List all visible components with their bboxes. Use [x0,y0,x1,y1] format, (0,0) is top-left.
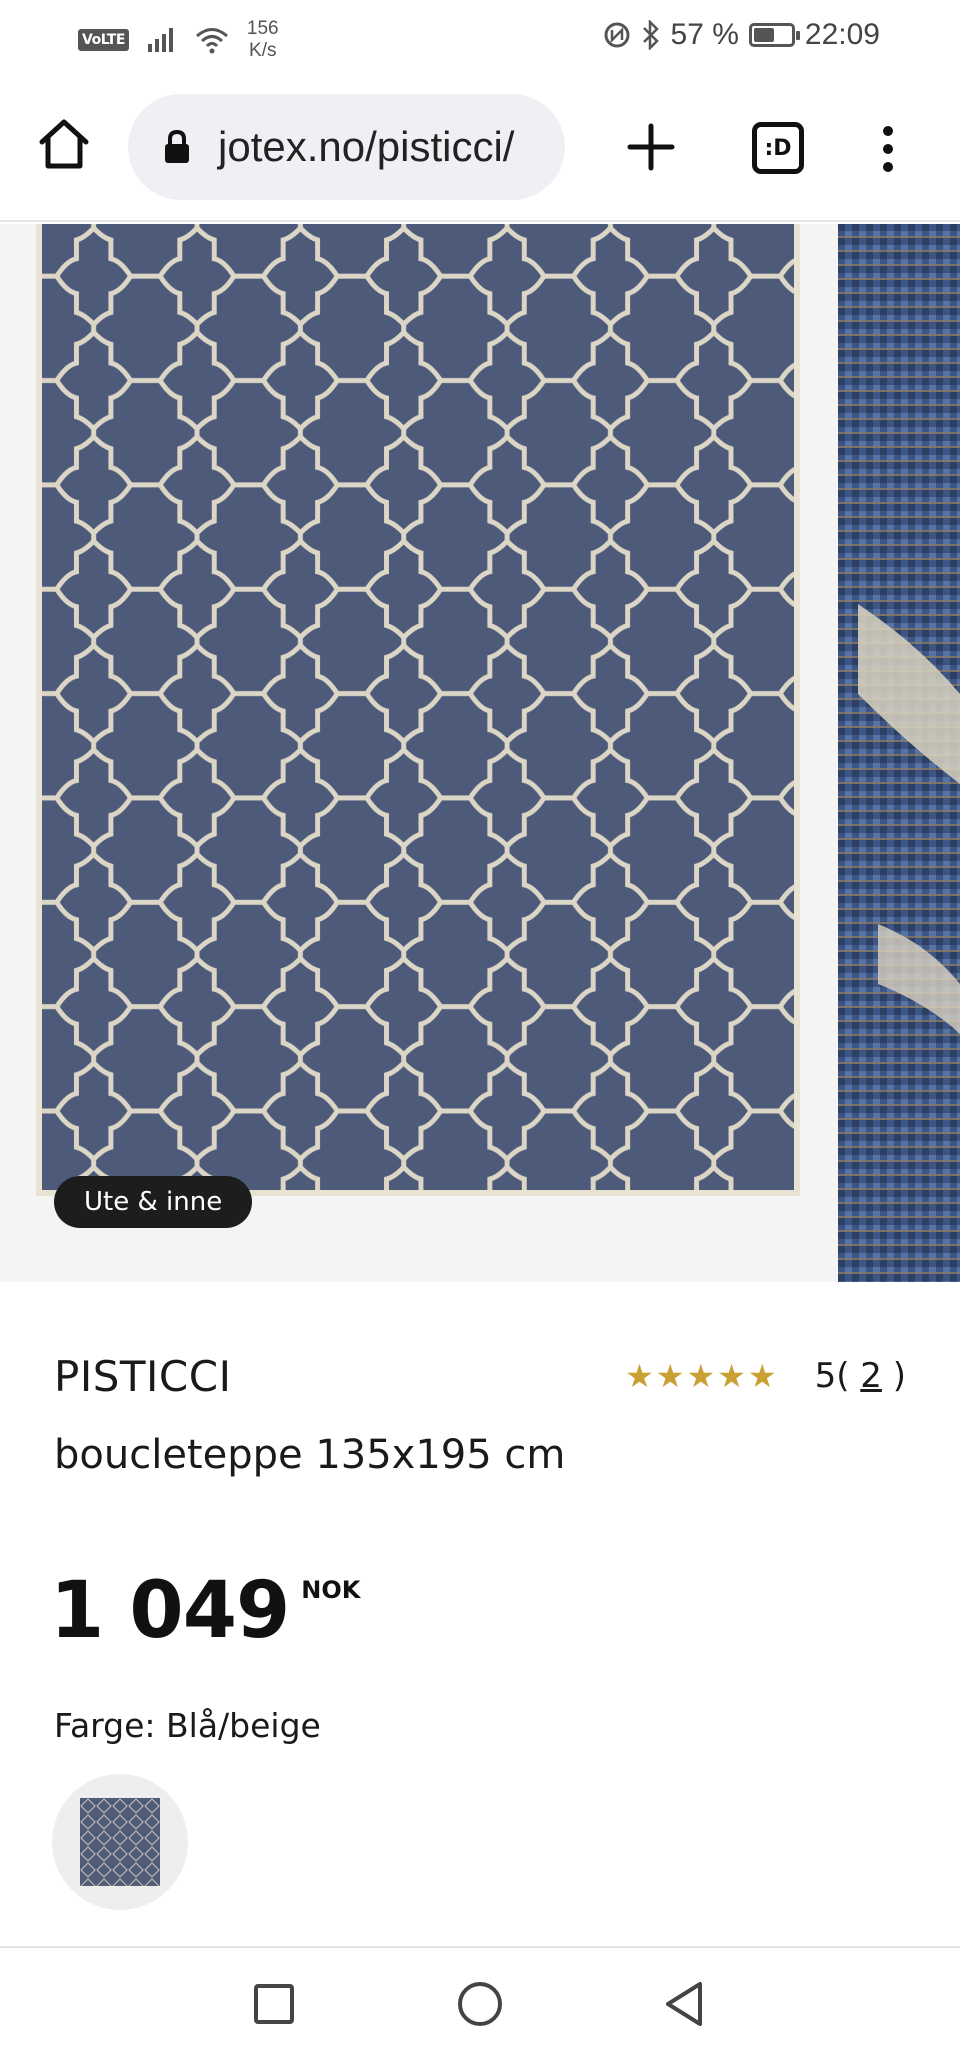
badge-label: Ute & inne [84,1187,223,1217]
product-image-main[interactable]: Ute & inne [0,224,838,1282]
new-tab-button[interactable] [620,116,682,178]
product-rating[interactable]: ★★★★★ 5( 2 ) [625,1356,906,1396]
product-image-next[interactable] [838,224,960,1282]
battery-percent: 57 % [670,18,739,51]
back-icon [666,1982,702,2026]
tab-switcher-button[interactable]: :D [752,122,804,174]
home-nav-button[interactable] [454,1978,506,2030]
swatch-thumbnail [80,1798,160,1886]
volte-badge: VoLTE [78,29,129,51]
rating-stars: ★★★★★ [625,1357,779,1395]
product-price: 1 049 NOK [50,1566,360,1656]
system-nav-bar [0,1946,960,2055]
review-count-link[interactable]: 2 [860,1356,882,1396]
tab-switcher-label: :D [764,135,792,161]
battery-icon [748,23,800,47]
product-name: PISTICCI [54,1352,232,1401]
url-bar[interactable]: jotex.no/pisticci/ [128,94,565,200]
nfc-icon [604,22,630,48]
color-label: Farge: Blå/beige [54,1706,321,1745]
menu-button[interactable] [868,124,908,174]
recent-apps-icon [254,1984,294,2024]
indoor-outdoor-badge: Ute & inne [54,1176,253,1228]
rating-open-paren: ( [836,1356,850,1396]
rating-close-paren: ) [892,1356,906,1396]
url-text: jotex.no/pisticci/ [218,123,515,170]
bluetooth-icon [642,20,659,50]
more-vertical-icon [883,126,893,172]
lock-icon [165,129,189,163]
price-currency: NOK [301,1576,361,1604]
wifi-icon [195,28,228,54]
status-right: 57 % 22:09 [603,18,880,52]
battery-level [753,28,775,42]
product-description: boucleteppe 135x195 cm [54,1432,566,1478]
recent-apps-button[interactable] [248,1978,300,2030]
rating-score: 5 [814,1356,837,1396]
product-gallery[interactable]: Ute & inne [0,224,960,1282]
signal-icon [147,28,173,52]
rating-text: 5( 2 ) [815,1356,906,1396]
network-speed: 156 K/s [247,18,279,62]
speed-unit: K/s [249,40,277,61]
clock: 22:09 [804,18,880,51]
speed-value: 156 [246,18,279,39]
home-button[interactable] [34,114,94,174]
browser-toolbar: jotex.no/pisticci/ :D [0,72,960,222]
back-button[interactable] [660,1978,712,2030]
color-swatch-blue-beige[interactable] [52,1774,188,1910]
price-value: 1 049 [50,1566,290,1656]
status-left: VoLTE 156 K/s [78,18,279,62]
plus-icon [627,123,675,171]
home-icon [39,119,89,169]
home-circle-icon [458,1982,502,2026]
status-bar: VoLTE 156 K/s 57 % 22:09 [0,0,960,72]
rug-image [36,224,800,1196]
